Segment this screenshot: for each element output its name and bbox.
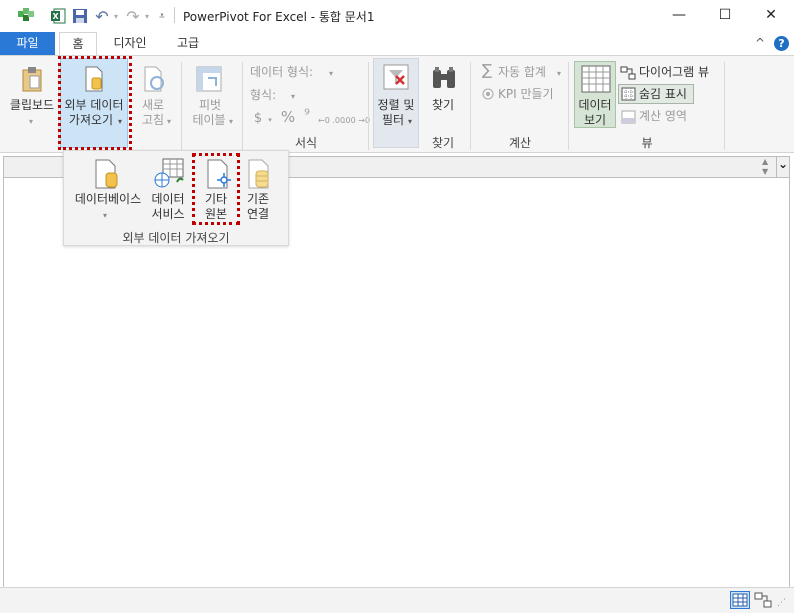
close-button[interactable]: ✕ — [748, 0, 794, 30]
data-service-button-line2[interactable]: 서비스 — [146, 207, 190, 222]
group-separator — [181, 62, 182, 150]
format-label: 형식: — [250, 88, 277, 102]
show-hidden-button[interactable]: 숨김 표시 — [639, 87, 695, 102]
title-bar: X ↶ ▾ ↷ ▾ ⩡ PowerPivot For Excel - 통합 문서… — [0, 0, 794, 32]
tab-file[interactable]: 파일 — [0, 32, 55, 56]
clipboard-dropdown-icon[interactable]: ▾ — [25, 114, 37, 129]
customize-icon[interactable]: ⩡ — [155, 7, 169, 25]
data-view-icon[interactable] — [581, 65, 611, 96]
data-service-button-line1[interactable]: 데이터 — [148, 192, 188, 207]
ribbon: 클립보드 ▾ 외부 데이터 가져오기 ▾ 새로 고침 ▾ 피벗 테이블 ▾ 데이… — [0, 55, 794, 153]
sort-filter-button-line1[interactable]: 정렬 및 — [373, 98, 419, 113]
pivot-table-button-line1[interactable]: 피벗 — [188, 98, 232, 113]
diagram-icon — [754, 592, 772, 608]
group-separator — [568, 62, 569, 150]
undo-dropdown-icon[interactable]: ▾ — [111, 7, 121, 25]
dropdown-group-label: 외부 데이터 가져오기 — [122, 231, 230, 245]
percent-button[interactable]: % — [280, 110, 296, 125]
database-button[interactable]: 데이터베이스 — [68, 192, 148, 207]
group-separator — [242, 62, 243, 150]
scroll-down-icon[interactable]: ▼ — [762, 167, 768, 176]
kpi-icon[interactable] — [482, 88, 494, 103]
database-icon[interactable] — [93, 159, 121, 192]
diagram-view-button[interactable]: 다이어그램 뷰 — [639, 65, 719, 80]
annotation-box-external-data — [58, 56, 132, 150]
find-group-label: 찾기 — [431, 136, 455, 150]
format-dropdown-icon[interactable]: ▾ — [288, 89, 298, 104]
refresh-icon[interactable] — [142, 66, 166, 95]
autosum-button[interactable]: 자동 합계 — [498, 65, 554, 80]
save-icon[interactable] — [71, 7, 89, 25]
diagram-view-icon[interactable] — [620, 66, 636, 83]
refresh-dropdown-icon[interactable]: ▾ — [164, 114, 174, 129]
refresh-button-line1[interactable]: 새로 — [133, 98, 173, 113]
group-separator — [724, 62, 725, 150]
data-format-label: 데이터 형식: — [250, 65, 314, 79]
formatting-group-label: 서식 — [294, 136, 318, 150]
currency-dropdown-icon[interactable]: ▾ — [266, 113, 274, 128]
data-view-button-line1[interactable]: 데이터 — [574, 98, 616, 113]
svg-text:X: X — [53, 12, 60, 21]
grid-view-icon — [732, 593, 748, 607]
maximize-button[interactable]: ☐ — [702, 0, 748, 30]
sort-filter-icon[interactable] — [383, 64, 409, 93]
existing-connection-button-line2[interactable]: 연결 — [240, 207, 276, 222]
scroll-up-icon[interactable]: ▲ — [762, 157, 768, 166]
data-format-dropdown-icon[interactable]: ▾ — [326, 66, 336, 81]
show-hidden-icon[interactable] — [621, 87, 636, 104]
data-view-button-line2[interactable]: 보기 — [574, 113, 616, 128]
group-separator — [470, 62, 471, 150]
currency-button[interactable]: $ — [252, 111, 264, 126]
binoculars-icon[interactable] — [431, 66, 457, 93]
external-data-dropdown: 데이터베이스 ▾ 데이터 서비스 기타 원본 기존 연결 외부 데이터 가져오기 — [63, 150, 289, 246]
resize-grip-icon[interactable]: ⋰ — [777, 598, 789, 610]
clipboard-button[interactable]: 클립보드 — [6, 98, 58, 113]
autosum-dropdown-icon[interactable]: ▾ — [554, 66, 564, 81]
ribbon-tabs: 파일 홈 디자인 고급 ^ ? — [0, 32, 794, 56]
comma-button[interactable]: ⁹ — [302, 108, 312, 123]
increase-decimal-button[interactable]: ←0 .00 — [318, 113, 345, 128]
find-button[interactable]: 찾기 — [423, 98, 463, 113]
redo-icon[interactable]: ↷ — [124, 7, 142, 26]
powerpivot-icon[interactable] — [16, 7, 36, 25]
tab-home[interactable]: 홈 — [59, 32, 97, 56]
calc-area-button[interactable]: 계산 영역 — [639, 109, 699, 124]
existing-connection-icon[interactable] — [246, 159, 274, 192]
clipboard-icon[interactable] — [21, 66, 43, 95]
annotation-box-other-source — [192, 153, 240, 225]
view-group-label: 뷰 — [641, 136, 653, 150]
grid-view-button[interactable] — [730, 591, 750, 609]
decrease-decimal-button[interactable]: .00 →0 — [343, 113, 370, 128]
calc-group-label: 계산 — [508, 136, 532, 150]
existing-connection-button-line1[interactable]: 기존 — [240, 192, 276, 207]
excel-icon[interactable]: X — [49, 7, 67, 25]
diagram-view-status-button[interactable] — [754, 592, 772, 608]
tab-advanced[interactable]: 고급 — [168, 32, 208, 56]
window-title: PowerPivot For Excel - 통합 문서1 — [183, 10, 375, 24]
data-service-icon[interactable] — [153, 158, 185, 193]
group-separator — [368, 62, 369, 150]
expand-formula-icon[interactable]: ⌄ — [776, 157, 789, 177]
database-dropdown-icon[interactable]: ▾ — [100, 208, 110, 223]
calc-area-icon[interactable] — [621, 110, 636, 127]
pivot-table-dropdown-icon[interactable]: ▾ — [226, 114, 236, 129]
title-separator — [174, 7, 175, 23]
help-button[interactable]: ? — [774, 36, 789, 51]
redo-dropdown-icon[interactable]: ▾ — [142, 7, 152, 25]
sort-filter-dropdown-icon[interactable]: ▾ — [405, 114, 415, 129]
autosum-icon[interactable]: ∑ — [480, 63, 494, 78]
tab-design[interactable]: 디자인 — [104, 32, 156, 56]
collapse-ribbon-button[interactable]: ^ — [752, 32, 768, 56]
create-kpi-button[interactable]: KPI 만들기 — [498, 87, 562, 102]
status-bar: ⋰ — [0, 587, 794, 613]
minimize-button[interactable]: — — [656, 0, 702, 30]
pivot-table-icon[interactable] — [196, 66, 222, 95]
undo-icon[interactable]: ↶ — [93, 7, 111, 26]
